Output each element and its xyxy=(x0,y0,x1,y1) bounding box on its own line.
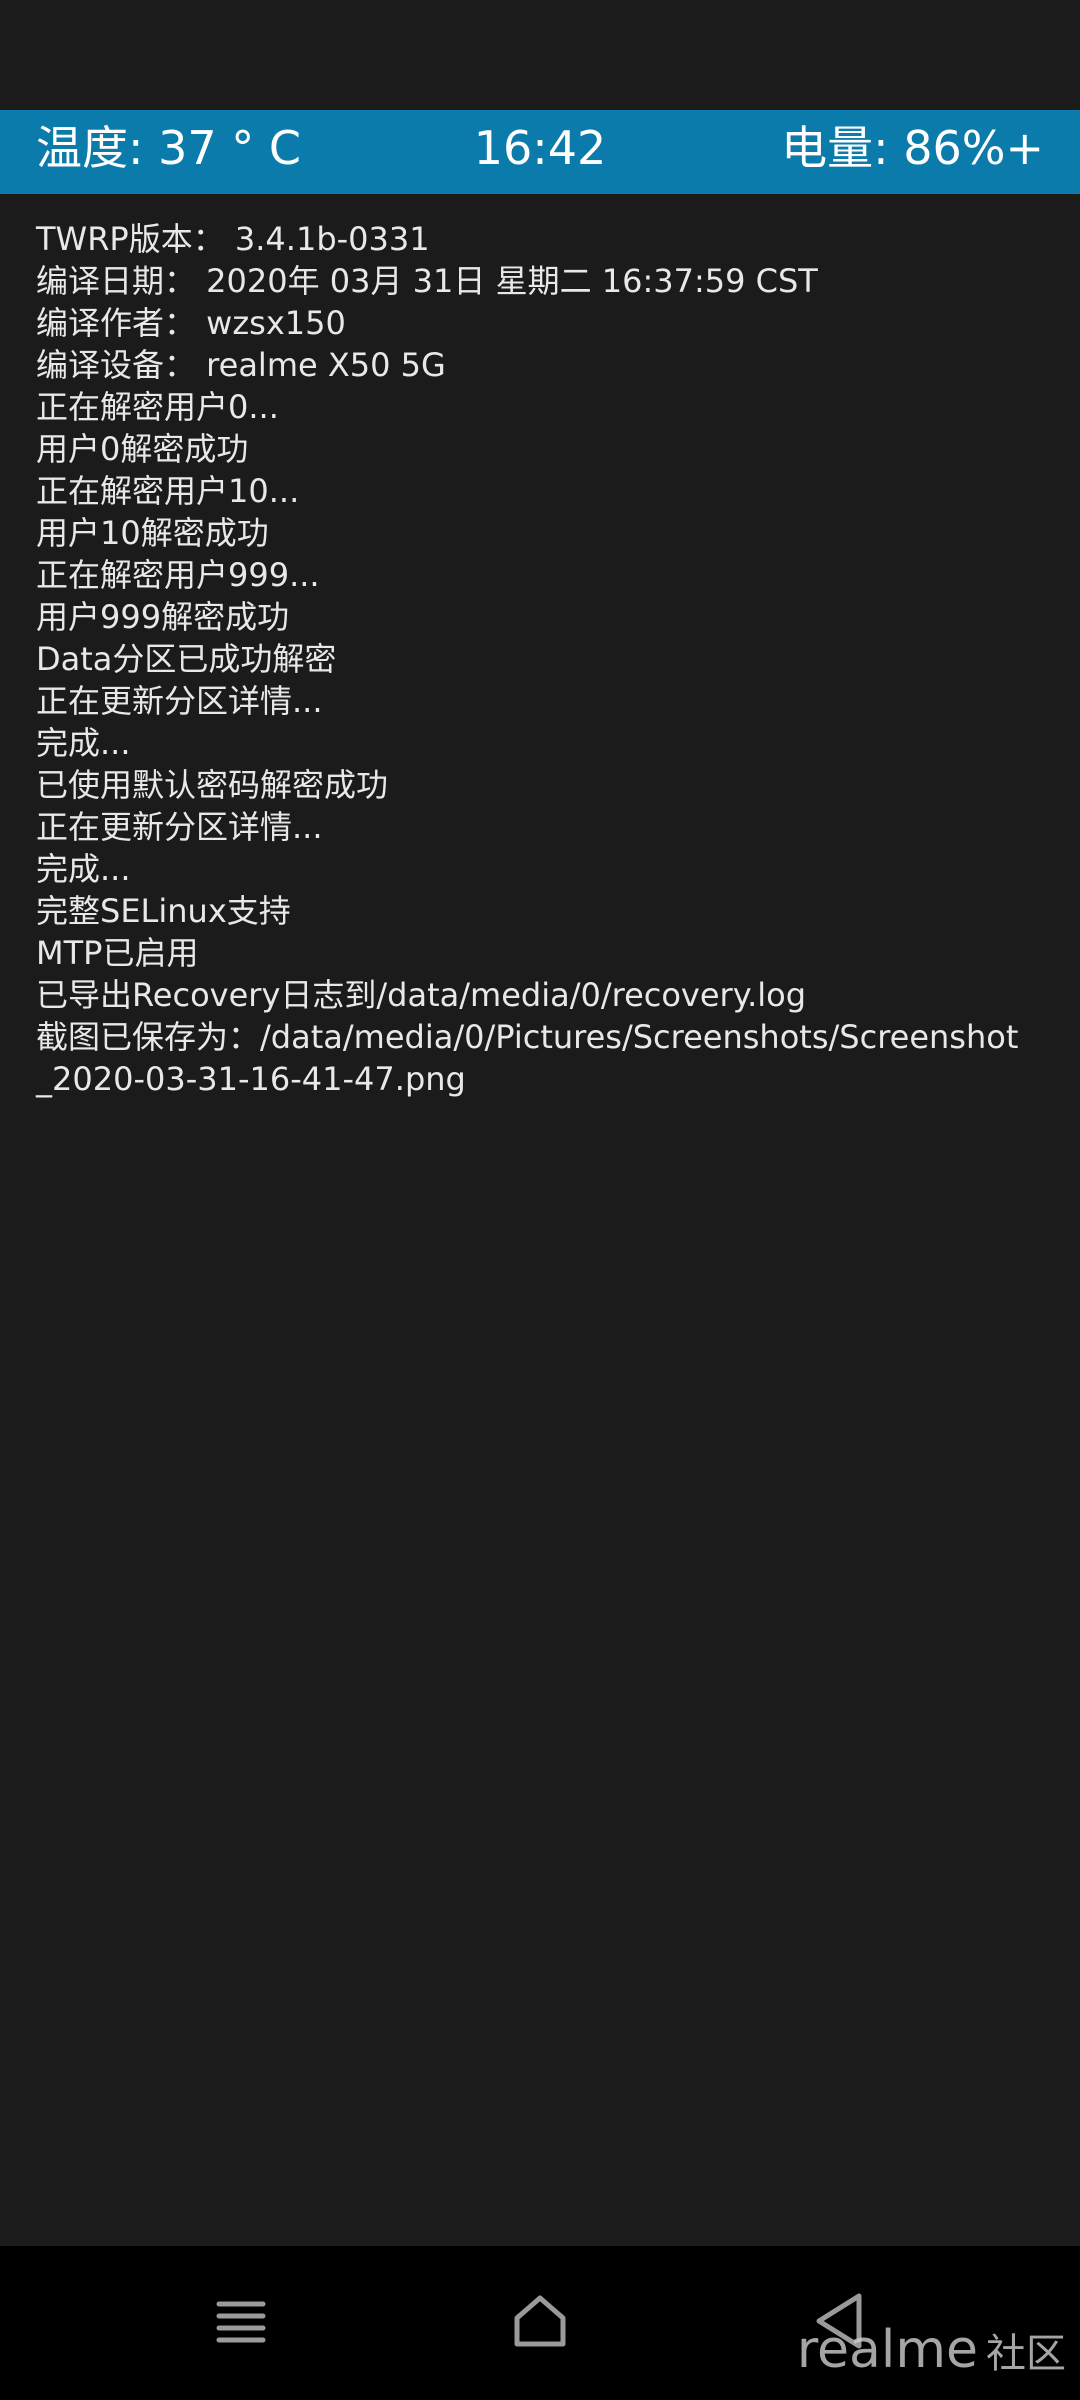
console-line: 截图已保存为：/data/media/0/Pictures/Screenshot… xyxy=(36,1018,1019,1056)
watermark-brand: realme xyxy=(796,2320,978,2380)
console-line: 已导出Recovery日志到/data/media/0/recovery.log xyxy=(36,976,807,1014)
console-line: 完成... xyxy=(36,724,131,762)
console-line: MTP已启用 xyxy=(36,934,199,972)
console-line: TWRP版本： 3.4.1b-0331 xyxy=(36,220,430,258)
console-line: 编译作者： wzsx150 xyxy=(36,304,346,342)
menu-button[interactable] xyxy=(205,2286,275,2356)
console-line: 编译日期： 2020年 03月 31日 星期二 16:37:59 CST xyxy=(36,262,818,300)
console-line: Data分区已成功解密 xyxy=(36,640,337,678)
console-line: 正在解密用户0... xyxy=(36,388,279,426)
console-line: 正在更新分区详情... xyxy=(36,808,323,846)
battery-readout: 电量: 86%+ xyxy=(781,121,1044,175)
console-line: 已使用默认密码解密成功 xyxy=(36,766,389,804)
console-line: 完整SELinux支持 xyxy=(36,892,291,930)
console-line: 用户0解密成功 xyxy=(36,430,249,468)
home-button[interactable] xyxy=(505,2286,575,2356)
console-log: TWRP版本： 3.4.1b-0331 编译日期： 2020年 03月 31日 … xyxy=(36,218,1046,1100)
menu-icon xyxy=(216,2301,266,2343)
console-line: 用户10解密成功 xyxy=(36,514,269,552)
console-line: 正在更新分区详情... xyxy=(36,682,323,720)
watermark-community: 社区 xyxy=(986,2331,1066,2377)
home-icon xyxy=(514,2295,566,2347)
console-line: 用户999解密成功 xyxy=(36,598,290,636)
console-line: _2020-03-31-16-41-47.png xyxy=(36,1060,466,1098)
console-line: 完成... xyxy=(36,850,131,888)
top-status-area xyxy=(0,0,1080,110)
watermark: realme 社区 xyxy=(797,2318,1066,2386)
console-line: 编译设备： realme X50 5G xyxy=(36,346,446,384)
console-line: 正在解密用户999... xyxy=(36,556,320,594)
console-line: 正在解密用户10... xyxy=(36,472,300,510)
